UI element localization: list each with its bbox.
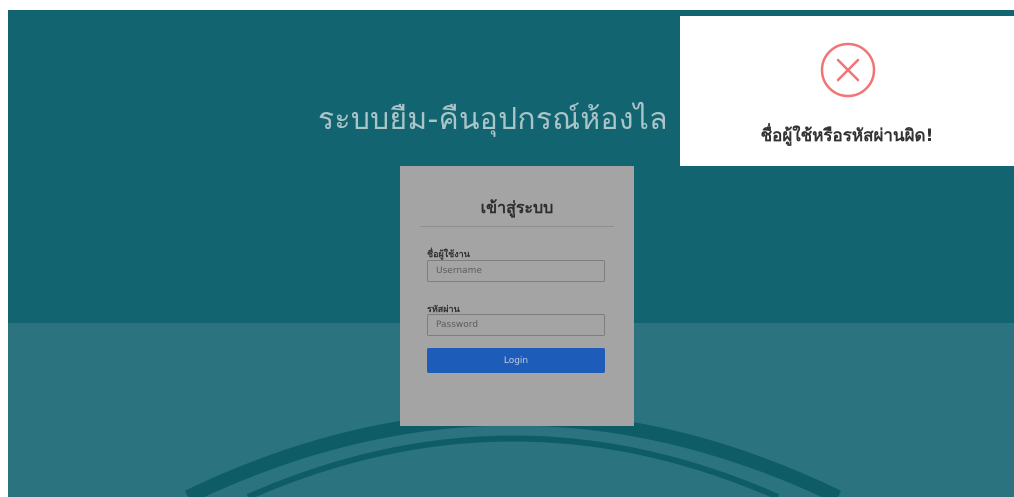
password-input[interactable] <box>427 314 605 336</box>
error-x-circle-icon <box>820 42 876 98</box>
username-label: ชื่อผู้ใช้งาน <box>427 250 470 260</box>
login-heading: เข้าสู่ระบบ <box>480 198 554 217</box>
alert-message: ชื่อผู้ใช้หรือรหัสผ่านผิด! <box>760 126 934 146</box>
login-button[interactable]: Login <box>427 348 605 373</box>
login-card: เข้าสู่ระบบ ชื่อผู้ใช้งาน รหัสผ่าน Login <box>400 166 634 426</box>
error-alert: ชื่อผู้ใช้หรือรหัสผ่านผิด! <box>680 16 1014 166</box>
username-input[interactable] <box>427 260 605 282</box>
card-divider <box>420 226 614 227</box>
hero-title: ระบบยืม-คืนอุปกรณ์ห้องไล <box>318 102 668 137</box>
